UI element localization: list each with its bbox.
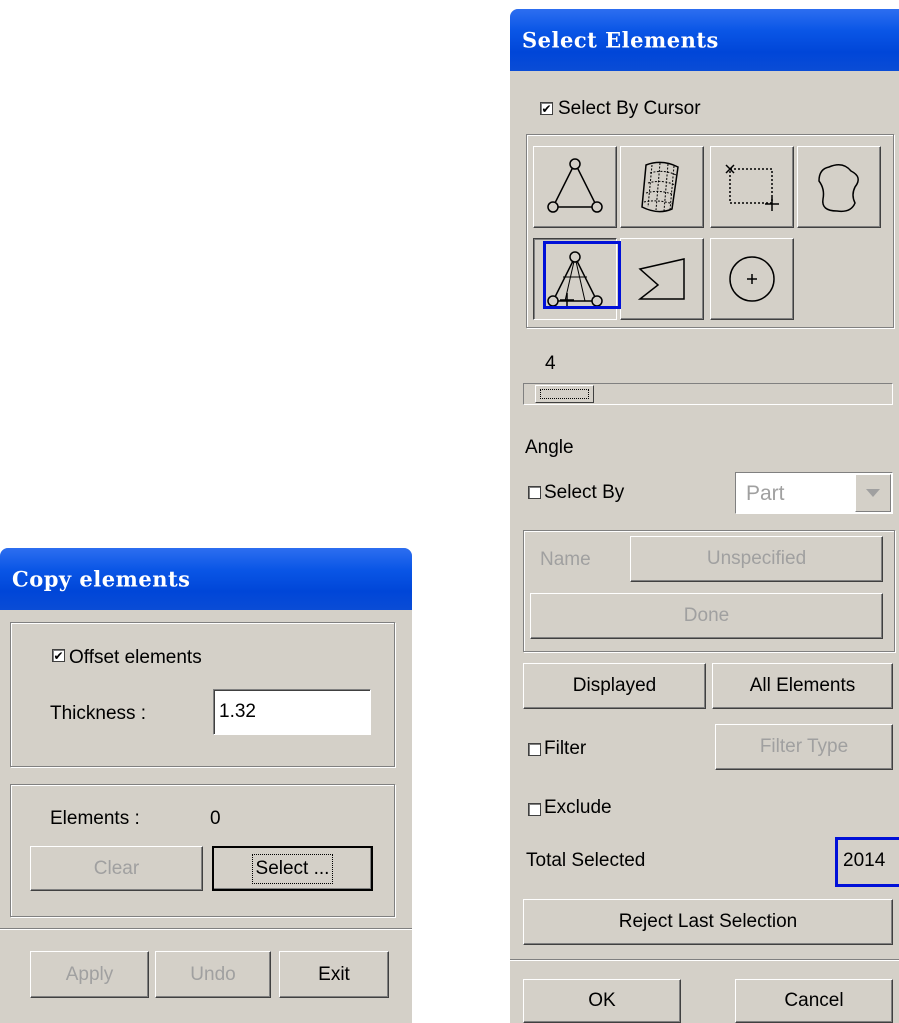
box-select-tool[interactable] [710, 146, 794, 228]
freehand-lasso-icon [818, 164, 859, 213]
filter-type-button[interactable]: Filter Type [715, 724, 893, 770]
undo-button[interactable]: Undo [155, 951, 271, 998]
dropdown-arrow-button[interactable] [855, 474, 891, 512]
exclude-label: Exclude [544, 797, 612, 818]
reject-last-selection-label: Reject Last Selection [618, 911, 798, 932]
select-elements-window: Select Elements ✔ Select By Cursor 4 Ang… [510, 9, 899, 1023]
done-button[interactable]: Done [530, 593, 883, 639]
offset-elements-label: Offset elements [69, 647, 202, 668]
clear-button[interactable]: Clear [30, 846, 203, 891]
bottom-divider [0, 928, 412, 930]
select-by-cursor-checkbox[interactable]: ✔ [540, 102, 553, 115]
window-title: Copy elements [12, 566, 191, 592]
unspecified-button[interactable]: Unspecified [630, 536, 883, 582]
all-elements-button-label: All Elements [749, 675, 856, 696]
elements-label: Elements : [50, 808, 140, 829]
reject-last-selection-button[interactable]: Reject Last Selection [523, 899, 893, 945]
displayed-button-label: Displayed [572, 675, 657, 696]
surface-mesh-tool[interactable] [620, 146, 704, 228]
select-button-label: Select ... [251, 853, 334, 884]
exit-button[interactable]: Exit [279, 951, 389, 998]
copy-elements-window: Copy elements ✔ Offset elements Thicknes… [0, 548, 412, 1023]
select-by-label: Select By [544, 482, 625, 503]
angle-label: Angle [525, 437, 574, 458]
select-button[interactable]: Select ... [212, 846, 373, 891]
select-by-dropdown-value: Part [746, 482, 785, 505]
name-label: Name [540, 549, 591, 570]
select-by-cursor-label: Select By Cursor [558, 98, 701, 119]
thickness-input[interactable]: 1.32 [213, 689, 371, 735]
filter-checkbox[interactable] [528, 743, 541, 756]
angle-slider-thumb[interactable] [535, 385, 594, 403]
slider-value: 4 [545, 353, 556, 374]
select-by-checkbox[interactable] [528, 486, 541, 499]
thickness-label: Thickness : [50, 703, 147, 724]
copy-elements-titlebar[interactable]: Copy elements [0, 548, 412, 610]
displayed-button[interactable]: Displayed [523, 663, 706, 709]
unspecified-button-label: Unspecified [706, 548, 807, 569]
total-selected-value: 2014 [843, 850, 886, 871]
cancel-button-label: Cancel [784, 990, 844, 1011]
thickness-value: 1.32 [219, 701, 256, 722]
all-elements-button[interactable]: All Elements [712, 663, 893, 709]
select-elements-titlebar[interactable]: Select Elements [510, 9, 899, 71]
ok-button-label: OK [588, 990, 616, 1011]
surface-mesh-icon [641, 161, 679, 213]
elements-count: 0 [210, 808, 221, 829]
bottom-divider [510, 959, 899, 961]
cancel-button[interactable]: Cancel [735, 979, 893, 1023]
total-selected-label: Total Selected [526, 850, 646, 871]
offset-elements-checkbox[interactable]: ✔ [52, 649, 65, 662]
polygon-select-tool[interactable] [620, 238, 704, 320]
triangle-node-tool[interactable] [533, 146, 617, 228]
polygon-select-icon [637, 258, 685, 300]
chevron-down-icon [866, 489, 880, 497]
circle-select-tool[interactable] [710, 238, 794, 320]
exclude-checkbox[interactable] [528, 803, 541, 816]
box-select-icon [725, 164, 779, 211]
apply-button[interactable]: Apply [30, 951, 149, 998]
exit-button-label: Exit [318, 963, 350, 985]
done-button-label: Done [683, 605, 730, 626]
ok-button[interactable]: OK [523, 979, 681, 1023]
filter-type-button-label: Filter Type [759, 736, 849, 757]
window-title: Select Elements [522, 27, 719, 53]
tool-highlight-box [543, 241, 621, 309]
circle-select-icon [729, 256, 775, 302]
clear-button-label: Clear [93, 857, 140, 879]
apply-button-label: Apply [65, 963, 114, 985]
select-by-dropdown[interactable]: Part [735, 472, 893, 514]
triangle-node-icon [547, 158, 603, 213]
undo-button-label: Undo [190, 963, 236, 985]
freehand-lasso-tool[interactable] [797, 146, 881, 228]
filter-label: Filter [544, 738, 587, 759]
